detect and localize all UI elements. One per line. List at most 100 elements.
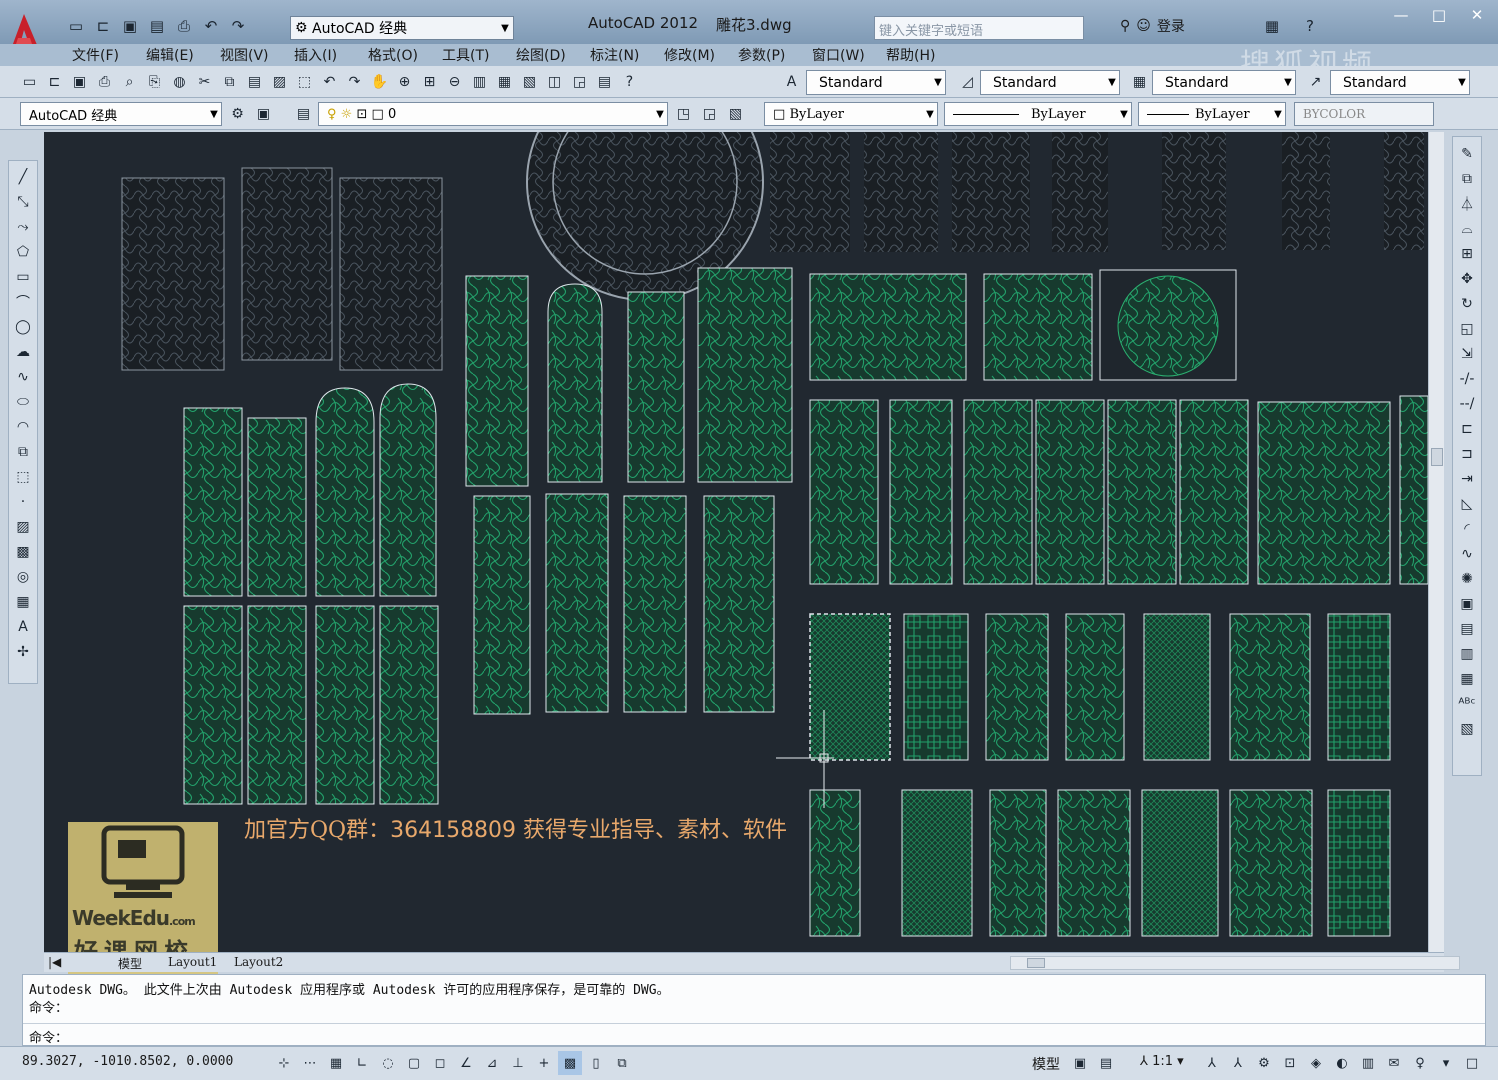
circle-icon[interactable]: ◯ [11, 315, 35, 338]
revision-cloud-icon[interactable]: ☁ [11, 340, 35, 363]
ortho-mode-icon[interactable]: ∟ [350, 1051, 374, 1075]
quick-calc-icon[interactable]: ▤ [593, 70, 616, 94]
layer-properties-icon[interactable]: ▤ [292, 102, 315, 126]
drawing-canvas[interactable]: 加官方QQ群：364158809 获得专业指导、素材、软件 [44, 132, 1428, 952]
notification-icon[interactable]: ✉ [1382, 1051, 1406, 1075]
construction-line-icon[interactable]: ⤡ [11, 190, 35, 213]
insert-block-icon[interactable]: ⧉ [11, 440, 35, 463]
linetype-select[interactable]: ByLayer ▼ [944, 102, 1132, 126]
save-as-icon[interactable]: ▤ [145, 14, 169, 38]
layer-state-icon[interactable]: ▧ [724, 102, 747, 126]
multileader-style-select[interactable]: Standard ▼ [1330, 70, 1470, 95]
line-icon[interactable]: ╱ [11, 165, 35, 188]
layer-select[interactable]: ♀ ☼ ⊡ □ 0 ▼ [318, 102, 668, 126]
save-icon[interactable]: ▣ [118, 14, 142, 38]
add-selected-icon[interactable]: ✢ [11, 640, 35, 663]
coordinate-readout[interactable]: 89.3027, -1010.8502, 0.0000 [22, 1054, 233, 1069]
mtext-icon[interactable]: A [11, 615, 35, 638]
menu-item[interactable]: 视图(V) [220, 45, 294, 65]
menu-item[interactable]: 标注(N) [590, 45, 664, 65]
dim-style-icon[interactable]: ◿ [956, 70, 979, 94]
undo-icon[interactable]: ↶ [318, 70, 341, 94]
dynamic-input-icon[interactable]: ⊥ [506, 1051, 530, 1075]
annotation-scale[interactable]: ⅄ 1:1 ▾ [1140, 1054, 1184, 1069]
object-snap-icon[interactable]: ▢ [402, 1051, 426, 1075]
status-tray-icon[interactable]: ▥ [1356, 1051, 1380, 1075]
blend-icon[interactable]: ∿ [1455, 543, 1479, 565]
hatch-icon[interactable]: ▨ [11, 515, 35, 538]
3d-osnap-icon[interactable]: ◻ [428, 1051, 452, 1075]
help-icon[interactable]: ? [1298, 14, 1322, 38]
annotation-visibility-icon[interactable]: ⅄ [1200, 1051, 1224, 1075]
make-block-icon[interactable]: ⬚ [11, 465, 35, 488]
tab-layout2[interactable]: Layout2 [234, 955, 283, 969]
menu-item[interactable]: 参数(P) [738, 45, 812, 65]
fillet-icon[interactable]: ◜ [1455, 518, 1479, 540]
menu-item[interactable]: 修改(M) [664, 45, 738, 65]
color-select[interactable]: □ ByLayer ▼ [764, 102, 938, 126]
cut-icon[interactable]: ✂ [193, 70, 216, 94]
break-point-icon[interactable]: ⊏ [1455, 418, 1479, 440]
print-icon[interactable]: ⎙ [172, 14, 196, 38]
sheet-set-icon[interactable]: ◫ [543, 70, 566, 94]
markup-icon[interactable]: ◲ [568, 70, 591, 94]
gradient-icon[interactable]: ▩ [11, 540, 35, 563]
quick-properties-icon[interactable]: ▯ [584, 1051, 608, 1075]
toolbar-lock-icon[interactable]: ⊡ [1278, 1051, 1302, 1075]
draworder-under-icon[interactable]: ▦ [1455, 668, 1479, 690]
spline-icon[interactable]: ∿ [11, 365, 35, 388]
minimize-button[interactable]: — [1386, 4, 1416, 26]
horizontal-scrollbar[interactable] [1010, 956, 1460, 970]
close-button[interactable]: ✕ [1462, 4, 1492, 26]
clean-screen-icon[interactable]: ♀ [1408, 1051, 1432, 1075]
command-input[interactable]: 命令： [29, 1027, 68, 1046]
preview-icon[interactable]: ⌕ [118, 70, 141, 94]
zoom-previous-icon[interactable]: ⊖ [443, 70, 466, 94]
rectangle-icon[interactable]: ▭ [11, 265, 35, 288]
ellipse-icon[interactable]: ⬭ [11, 390, 35, 413]
status-menu-icon[interactable]: ▾ [1434, 1051, 1458, 1075]
lineweight-select[interactable]: ByLayer ▼ [1138, 102, 1286, 126]
design-center-icon[interactable]: ▦ [493, 70, 516, 94]
table-style-select[interactable]: Standard ▼ [1152, 70, 1296, 95]
quick-view-layouts-icon[interactable]: ▣ [1068, 1051, 1092, 1075]
text-style-select[interactable]: Standard ▼ [806, 70, 946, 95]
pan-icon[interactable]: ✋ [368, 70, 391, 94]
dynamic-ucs-icon[interactable]: ⊿ [480, 1051, 504, 1075]
publish-icon[interactable]: ⎘ [143, 70, 166, 94]
scroll-thumb[interactable] [1431, 448, 1443, 466]
arc-icon[interactable]: ⌒ [11, 290, 35, 313]
hardware-accel-icon[interactable]: ◈ [1304, 1051, 1328, 1075]
workspace-select[interactable]: ⚙ AutoCAD 经典 ▼ [290, 16, 514, 40]
polyline-icon[interactable]: ⤳ [11, 215, 35, 238]
erase-icon[interactable]: ✎ [1455, 143, 1479, 165]
menu-item[interactable]: 编辑(E) [146, 45, 220, 65]
selected-panel[interactable] [809, 613, 891, 761]
lineweight-toggle-icon[interactable]: + [532, 1051, 556, 1075]
menu-item[interactable]: 工具(T) [442, 45, 516, 65]
paste-icon[interactable]: ▤ [243, 70, 266, 94]
login-button[interactable]: ⚲ ☺ 登录 [1120, 16, 1185, 36]
explode-icon[interactable]: ✺ [1455, 568, 1479, 590]
match-prop-icon[interactable]: ▨ [268, 70, 291, 94]
auto-scale-icon[interactable]: ⅄ [1226, 1051, 1250, 1075]
workspace-switch-icon[interactable]: ⚙ [1252, 1051, 1276, 1075]
infer-constraints-icon[interactable]: ⊹ [272, 1051, 296, 1075]
point-icon[interactable]: · [11, 490, 35, 513]
multileader-style-icon[interactable]: ↗ [1304, 70, 1327, 94]
menu-item[interactable]: 格式(O) [368, 45, 442, 65]
scale-icon[interactable]: ◱ [1455, 318, 1479, 340]
selection-cycling-icon[interactable]: ⧉ [610, 1051, 634, 1075]
qnew-icon[interactable]: ▭ [18, 70, 41, 94]
isolate-objects-icon[interactable]: ◐ [1330, 1051, 1354, 1075]
workspace-toolbar-icon[interactable]: ▣ [252, 102, 275, 126]
zoom-window-icon[interactable]: ⊞ [418, 70, 441, 94]
extend-icon[interactable]: --/ [1455, 393, 1479, 415]
layer-previous-icon[interactable]: ◲ [698, 102, 721, 126]
plotstyle-select[interactable]: BYCOLOR [1294, 102, 1434, 126]
menu-item[interactable]: 绘图(D) [516, 45, 590, 65]
object-snap-tracking-icon[interactable]: ∠ [454, 1051, 478, 1075]
transparency-icon[interactable]: ▩ [558, 1051, 582, 1075]
chamfer-icon[interactable]: ◺ [1455, 493, 1479, 515]
join-icon[interactable]: ⇥ [1455, 468, 1479, 490]
